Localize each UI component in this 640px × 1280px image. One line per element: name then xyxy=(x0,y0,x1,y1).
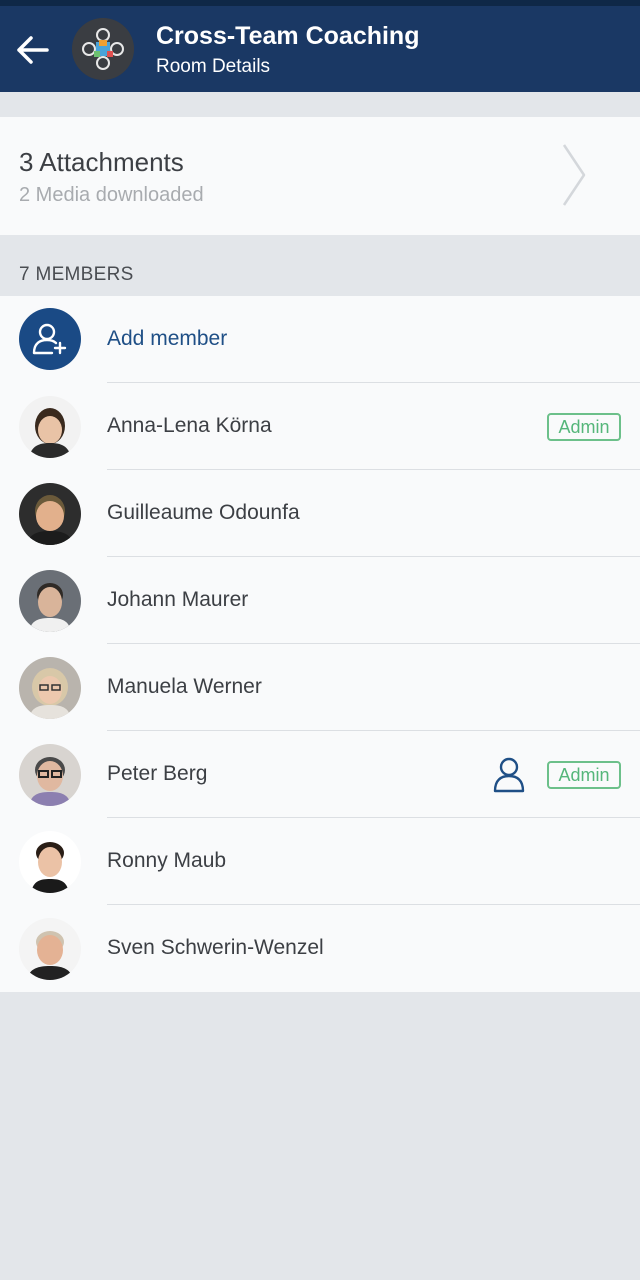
member-photo xyxy=(19,918,81,980)
avatar xyxy=(19,396,81,458)
member-name: Peter Berg xyxy=(107,762,208,785)
member-photo xyxy=(19,744,81,806)
member-row[interactable]: Ronny Maub xyxy=(0,818,640,905)
member-photo xyxy=(19,831,81,893)
room-logo-image xyxy=(72,18,134,80)
add-user-icon xyxy=(32,323,67,355)
member-photo xyxy=(19,570,81,632)
member-name: Sven Schwerin-Wenzel xyxy=(107,936,324,959)
avatar xyxy=(19,570,81,632)
avatar xyxy=(19,918,81,980)
member-photo xyxy=(19,396,81,458)
member-name: Guilleaume Odounfa xyxy=(107,501,300,524)
arrow-left-icon xyxy=(17,36,49,64)
person-outline-icon[interactable] xyxy=(492,756,526,794)
admin-badge: Admin xyxy=(547,761,621,789)
back-button[interactable] xyxy=(10,30,54,70)
app-bar: Cross-Team Coaching Room Details xyxy=(0,6,640,92)
room-subtitle: Room Details xyxy=(156,56,271,77)
chevron-right-icon xyxy=(562,144,586,206)
member-row[interactable]: Peter Berg Admin xyxy=(0,731,640,818)
member-name: Anna-Lena Körna xyxy=(107,414,272,437)
members-list: Add member Anna-Lena Körna Admin Guillea… xyxy=(0,296,640,992)
room-title: Cross-Team Coaching xyxy=(156,22,420,50)
member-row[interactable]: Guilleaume Odounfa xyxy=(0,470,640,557)
add-member-row[interactable]: Add member xyxy=(0,296,640,383)
avatar xyxy=(19,744,81,806)
member-name: Johann Maurer xyxy=(107,588,249,611)
avatar xyxy=(19,483,81,545)
member-name: Manuela Werner xyxy=(107,675,262,698)
attachments-row[interactable]: 3 Attachments 2 Media downloaded xyxy=(0,117,640,235)
member-name: Ronny Maub xyxy=(107,849,227,872)
member-row[interactable]: Johann Maurer xyxy=(0,557,640,644)
room-avatar[interactable] xyxy=(72,18,134,80)
attachments-subtitle: 2 Media downloaded xyxy=(19,184,204,206)
member-photo xyxy=(19,657,81,719)
member-row[interactable]: Manuela Werner xyxy=(0,644,640,731)
member-row[interactable]: Sven Schwerin-Wenzel xyxy=(0,905,640,992)
admin-badge: Admin xyxy=(547,413,621,441)
attachments-title: 3 Attachments xyxy=(19,147,184,177)
member-photo xyxy=(19,483,81,545)
avatar xyxy=(19,831,81,893)
add-member-button[interactable] xyxy=(19,308,81,370)
avatar xyxy=(19,657,81,719)
add-member-label: Add member xyxy=(107,327,228,350)
member-row[interactable]: Anna-Lena Körna Admin xyxy=(0,383,640,470)
members-count-header: 7 MEMBERS xyxy=(19,264,134,285)
